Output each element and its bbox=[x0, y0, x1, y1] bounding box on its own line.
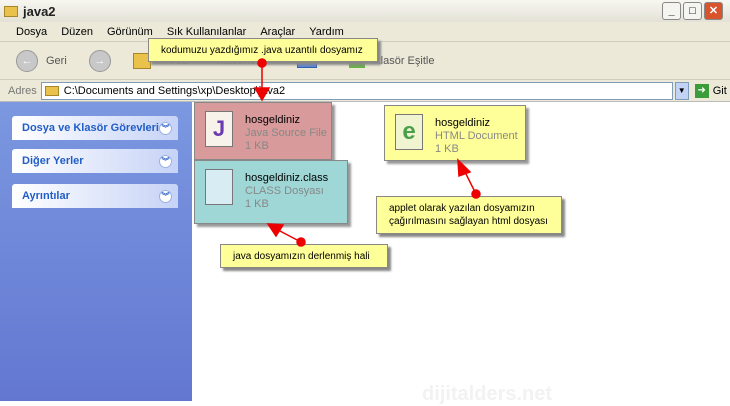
arrow-dot bbox=[471, 189, 481, 199]
arrowhead bbox=[457, 158, 472, 178]
arrow-dot bbox=[257, 58, 267, 68]
arrowhead bbox=[266, 223, 285, 238]
annotation-arrows bbox=[253, 58, 481, 247]
arrow-dot bbox=[296, 237, 306, 247]
arrowhead bbox=[253, 87, 271, 102]
